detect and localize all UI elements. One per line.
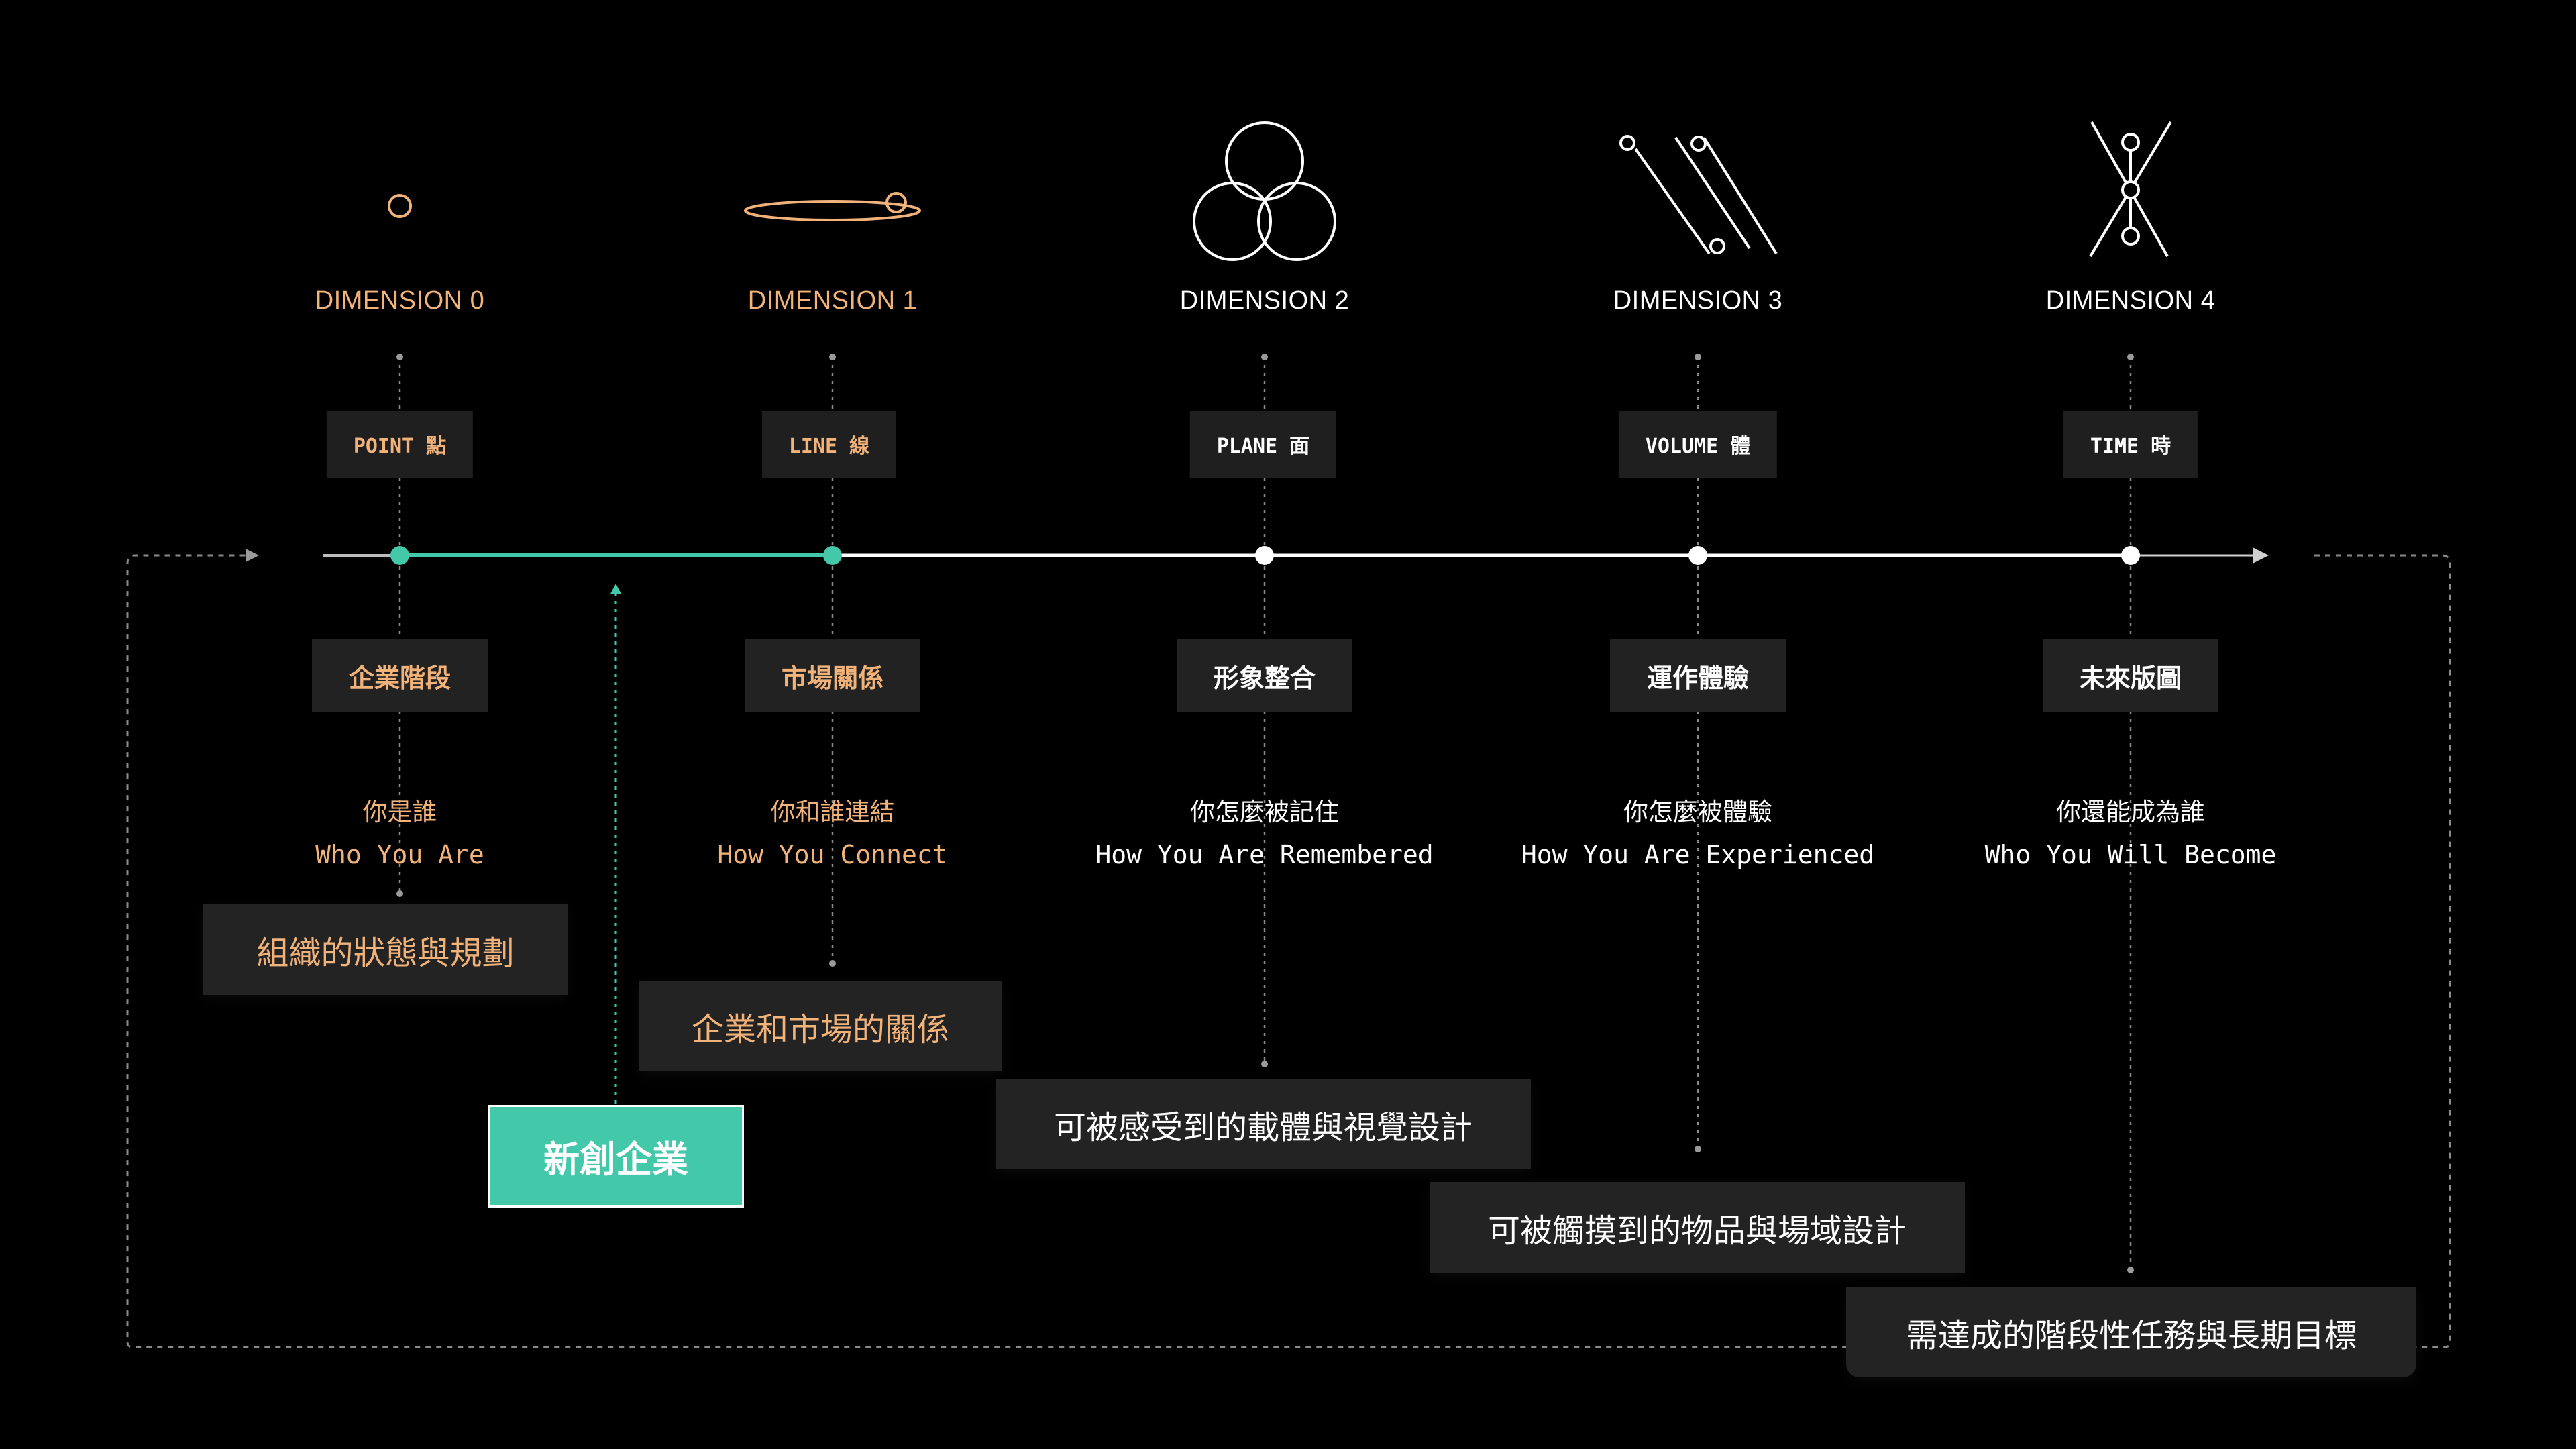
startup-arrowhead: [610, 584, 621, 594]
timeline-node-1: [823, 546, 842, 565]
timeline-arrowhead: [2253, 547, 2269, 564]
timeline-node-3: [1688, 546, 1707, 565]
connector-lines: [398, 357, 2132, 1270]
point-icon: [388, 194, 412, 218]
line-icon: [744, 192, 921, 221]
timeline-node-2: [1255, 546, 1274, 565]
timeline-node-4: [2121, 546, 2140, 565]
plane-icon: [1193, 121, 1336, 261]
loop-dashed-border: [126, 554, 2451, 1348]
time-icon: [2089, 121, 2172, 258]
timeline-node-0: [390, 546, 409, 565]
dimension-diagram: [126, 121, 2451, 1348]
loop-arrow: [246, 549, 259, 562]
connector-end-dots: [396, 354, 2134, 1273]
volume-icon: [1619, 135, 1778, 255]
